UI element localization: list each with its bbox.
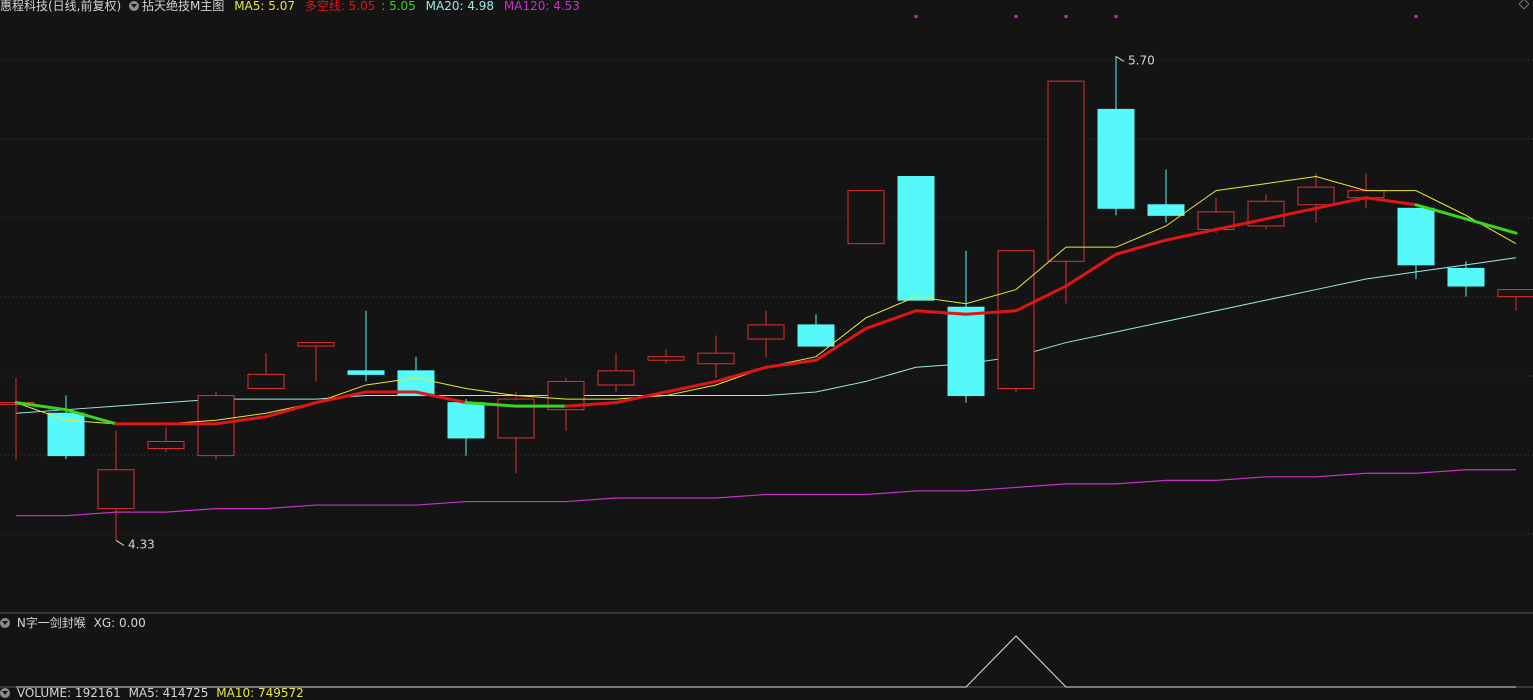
xg-signal-line — [16, 635, 1516, 688]
candle-down — [1097, 108, 1135, 209]
candle-up — [197, 395, 235, 457]
min-price-label: 4.33 — [128, 537, 155, 551]
sub-indicator-header: N字一剑封喉 XG: 0.00 — [0, 616, 146, 630]
candle-down — [897, 176, 935, 301]
candle-down — [947, 306, 985, 397]
dkx-segment — [14, 401, 68, 412]
max-price-label: 5.70 — [1128, 53, 1155, 67]
dkx-segment — [1464, 217, 1518, 235]
signal-marker — [1414, 15, 1418, 18]
annotation-pointer — [1115, 55, 1125, 62]
chevron-down-icon[interactable] — [0, 618, 10, 628]
dkx-readout: 多空线: 5.05 — [304, 0, 376, 13]
candle-up — [747, 324, 785, 340]
dkx-segment — [714, 365, 768, 383]
candle-down — [447, 402, 485, 439]
candle-up — [997, 250, 1035, 389]
ma120-line — [16, 469, 1516, 517]
annotation-pointer — [115, 539, 125, 546]
candle-up — [1297, 186, 1335, 206]
indicator-name: 拈天绝技M主图 — [142, 0, 225, 13]
candle-up — [647, 356, 685, 361]
candle-up — [247, 373, 285, 389]
ma5-readout: MA5: 5.07 — [234, 0, 295, 13]
dkx-segment — [864, 309, 918, 330]
candle-up — [597, 370, 635, 386]
xg-readout: XG: 0.00 — [93, 616, 146, 630]
chevron-down-icon[interactable] — [0, 688, 10, 698]
dkx-readout-2: : 5.05 — [381, 0, 416, 13]
candle-down — [47, 412, 85, 457]
volume-readout: VOLUME: 192161 — [16, 686, 121, 700]
ma20-readout: MA20: 4.98 — [425, 0, 495, 13]
vol-ma5-readout: MA5: 414725 — [128, 686, 209, 700]
chart-canvas[interactable]: 5.70 4.33 — [0, 0, 1533, 699]
candle-up — [297, 342, 335, 347]
signal-marker — [1014, 15, 1018, 18]
main-chart-header: 惠程科技(日线,前复权) 拈天绝技M主图 MA5: 5.07 多空线: 5.05… — [0, 0, 586, 16]
chevron-down-icon[interactable] — [129, 1, 140, 11]
candle-down — [1147, 204, 1185, 216]
dkx-segment — [1114, 238, 1168, 256]
vol-ma10-readout: MA10: 749572 — [216, 686, 304, 700]
dkx-segment — [264, 401, 318, 419]
dkx-segment — [414, 390, 468, 405]
indicator-dropdown[interactable]: 拈天绝技M主图 — [129, 0, 224, 13]
dkx-segment — [614, 390, 668, 405]
dkx-segment — [1364, 196, 1418, 207]
candle-down — [797, 324, 835, 347]
candle-up — [147, 440, 185, 450]
sub-indicator-name[interactable]: N字一剑封喉 — [17, 616, 86, 630]
ma120-readout: MA120: 4.53 — [503, 0, 580, 13]
candle-up — [1497, 289, 1533, 298]
signal-marker — [1114, 15, 1118, 18]
candle-up — [1047, 80, 1085, 262]
candle-up — [697, 352, 735, 365]
stock-title[interactable]: 惠程科技(日线,前复权) — [0, 0, 121, 13]
signal-marker — [914, 15, 918, 18]
candle-up — [97, 469, 135, 510]
signal-marker — [1064, 15, 1068, 18]
candle-up — [847, 190, 885, 245]
dkx-segment — [1164, 228, 1218, 242]
dkx-segment — [764, 358, 818, 369]
candle-down — [347, 370, 385, 375]
candle-down — [1397, 207, 1435, 266]
candle-down — [1447, 267, 1485, 287]
volume-header: VOLUME: 192161 MA5: 414725 MA10: 749572 — [0, 686, 304, 700]
